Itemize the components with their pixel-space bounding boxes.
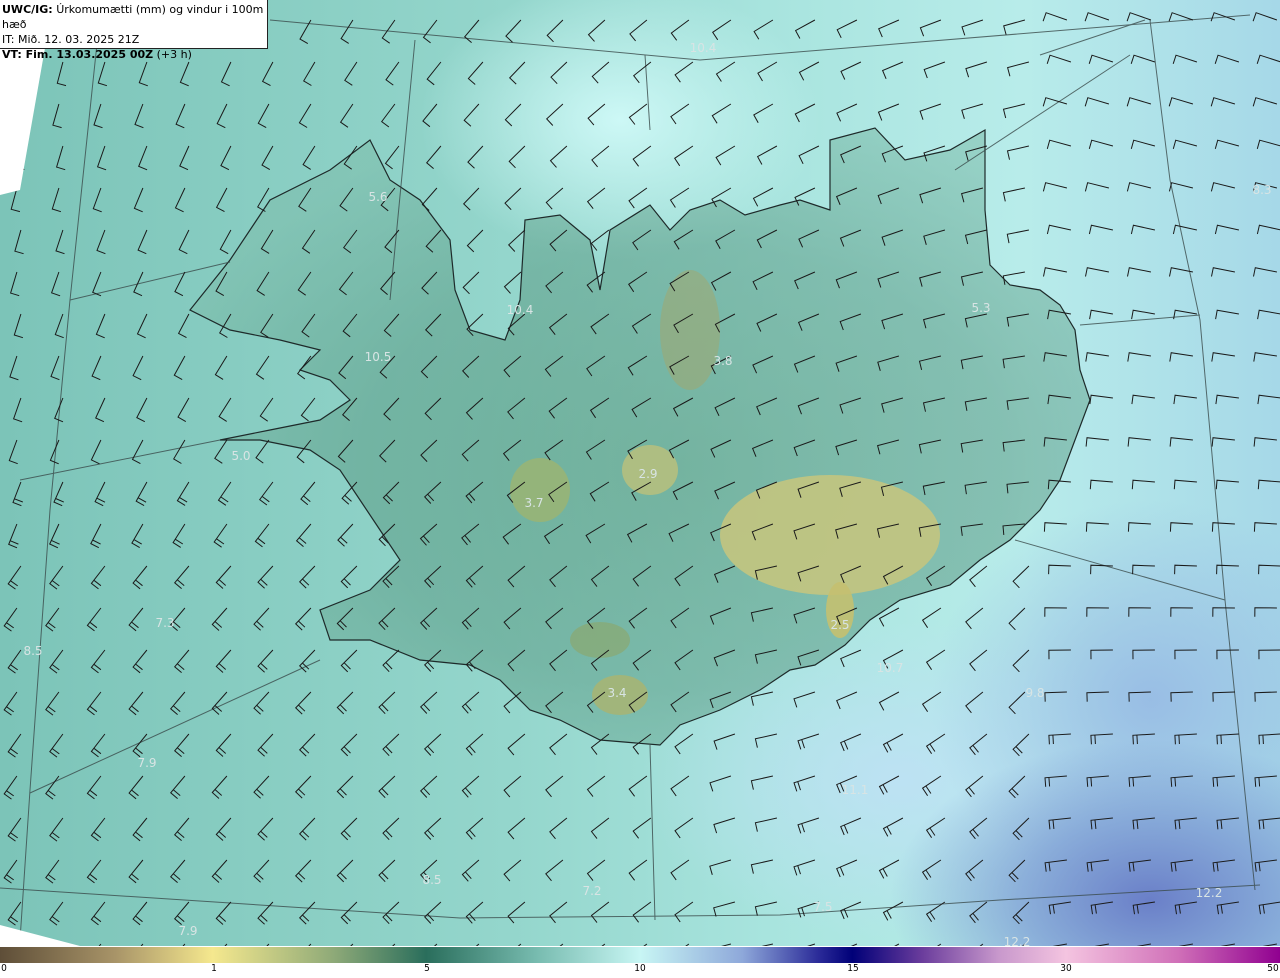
map-value-label: 7.9 [137,756,157,770]
map-value-label: 9.8 [1025,686,1045,700]
map-value-label: 10.7 [876,661,904,675]
colorbar-tick: 50 [1267,963,1279,974]
map-value-label: 7.2 [582,884,602,898]
map-value-label: 3.8 [713,354,733,368]
colorbar-tick: 10 [634,963,646,974]
colorbar [0,947,1280,963]
map-value-label: 5.3 [971,301,991,315]
edge-mask-bottomleft [0,925,80,946]
map-value-label: 3.4 [607,686,627,700]
title-box: UWC/IG: Úrkomumætti (mm) og vindur i 100… [0,0,268,61]
map-value-label: 11.1 [841,783,869,797]
map-value-label: 10.5 [364,350,392,364]
map-value-label: 10.4 [506,303,534,317]
colorbar-tick: 5 [424,963,430,974]
map-value-label: 7.5 [813,900,833,914]
colorbar-tick: 0 [1,963,7,974]
map-value-label: 2.9 [638,467,658,481]
map-value-label: 5.6 [368,190,388,204]
map-value-label: 2.5 [830,618,850,632]
title-line: UWC/IG: Úrkomumætti (mm) og vindur i 100… [2,2,267,32]
colorbar-ticks: 0 1 5 10 15 30 50 [0,963,1280,978]
map-value-label: 12.2 [1195,886,1223,900]
map-value-label: 8.5 [23,644,43,658]
model-name: UWC/IG: [2,3,53,16]
edge-mask-topleft [0,48,45,195]
map-value-label: 7.3 [155,616,175,630]
map-value-label: 7.9 [178,924,198,938]
map-value-label: 3.7 [524,496,544,510]
valid-time-line: VT: Fim. 13.03.2025 00Z (+3 h) [2,47,267,62]
colorbar-tick: 30 [1060,963,1072,974]
valid-offset: (+3 h) [156,48,192,61]
valid-time: VT: Fim. 13.03.2025 00Z [2,48,154,61]
map-value-label: 8.3 [1252,183,1272,197]
map-value-label: 5.0 [231,449,251,463]
issue-time: IT: Mið. 12. 03. 2025 21Z [2,33,140,46]
map-value-label: 10.4 [689,41,717,55]
map-value-label: 8.5 [422,873,442,887]
colorbar-tick: 15 [847,963,859,974]
colorbar-tick: 1 [211,963,217,974]
